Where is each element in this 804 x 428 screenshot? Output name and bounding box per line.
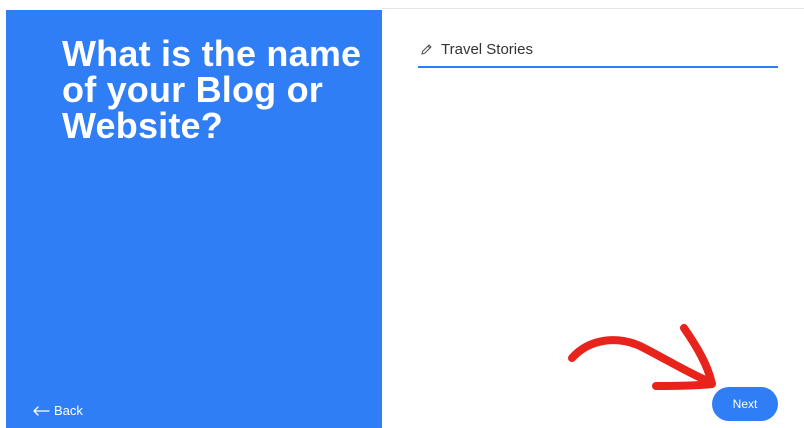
back-button[interactable]: Back xyxy=(32,403,83,418)
pencil-icon xyxy=(420,43,433,56)
top-divider xyxy=(382,8,804,9)
onboarding-screen: What is the name of your Blog or Website… xyxy=(0,0,804,428)
next-button[interactable]: Next xyxy=(712,387,778,421)
arrow-left-icon xyxy=(32,405,50,416)
question-panel: What is the name of your Blog or Website… xyxy=(6,10,382,428)
site-name-input[interactable] xyxy=(441,40,761,58)
red-arrow-icon xyxy=(568,324,716,390)
question-heading: What is the name of your Blog or Website… xyxy=(62,33,362,146)
back-label: Back xyxy=(54,403,83,418)
site-name-field[interactable] xyxy=(418,38,778,68)
